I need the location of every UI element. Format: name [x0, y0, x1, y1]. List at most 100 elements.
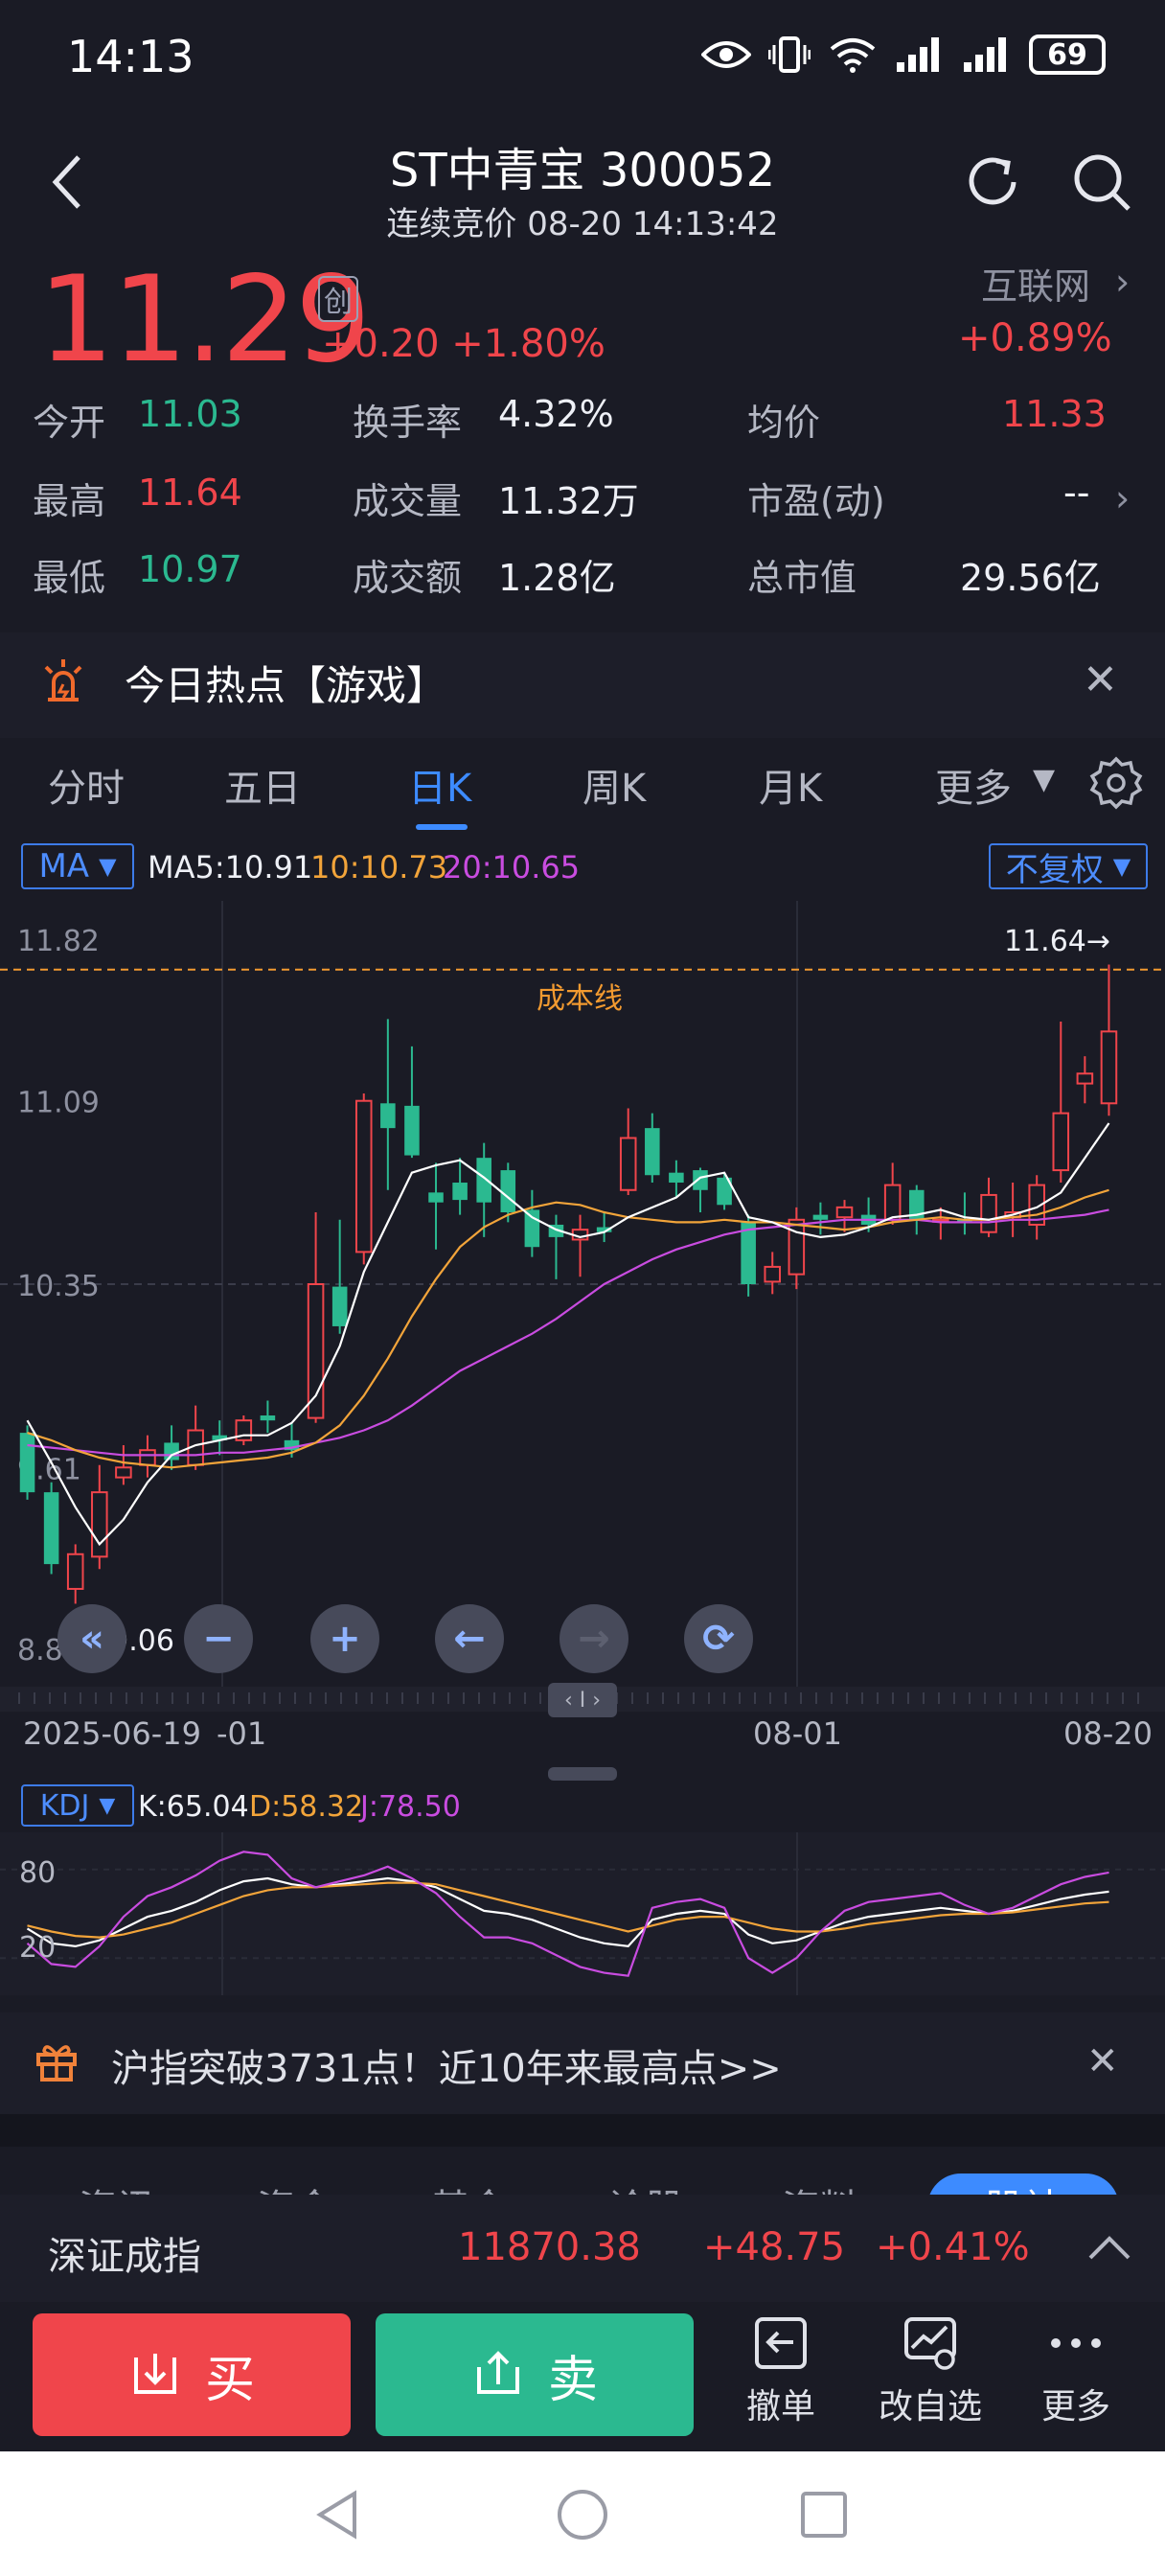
candle-down: [500, 1170, 516, 1213]
low-value: 10.97: [138, 548, 242, 590]
active-tab-indicator: [416, 824, 468, 830]
edit-watchlist-label: 改自选: [878, 2387, 982, 2426]
nav-back-icon[interactable]: [312, 2488, 366, 2542]
candle-down: [404, 1105, 420, 1156]
index-pct: +0.41%: [876, 2225, 1030, 2269]
tab-intraday[interactable]: 分时: [48, 757, 125, 813]
kdj-y-tick-20: 20: [19, 1931, 56, 1965]
kdj-selector[interactable]: KDJ ▼: [21, 1784, 134, 1827]
ma-lines: [26, 1122, 1110, 1547]
battery-icon: 69: [1029, 34, 1106, 75]
more-actions-button[interactable]: 更多: [1014, 2313, 1138, 2428]
rewind-button[interactable]: «: [57, 1604, 126, 1673]
candle-up: [307, 1283, 325, 1419]
turnover-label: 换手率: [353, 402, 463, 444]
avg-label: 均价: [747, 402, 821, 444]
ma20-legend: 20:10.65: [443, 849, 581, 886]
mktcap-value: 29.56亿: [960, 557, 1101, 599]
buy-arrow-icon: [133, 2354, 176, 2394]
ma-selector-label: MA: [38, 847, 90, 886]
pan-left-button[interactable]: ←: [435, 1604, 504, 1673]
tab-monthly-k[interactable]: 月K: [759, 757, 822, 813]
mktcap-label: 总市值: [747, 557, 857, 599]
wifi-icon: [830, 38, 876, 73]
buy-button[interactable]: 买: [33, 2313, 351, 2436]
tab-weekly-k[interactable]: 周K: [582, 757, 646, 813]
candle-up: [619, 1137, 637, 1191]
price-change: +0.20 +1.80%: [322, 322, 605, 366]
nav-recents-icon[interactable]: [799, 2490, 849, 2540]
candle-down: [669, 1172, 684, 1184]
gift-icon: [36, 2045, 77, 2082]
zoom-in-button[interactable]: +: [310, 1604, 379, 1673]
stats-expand-chevron-icon[interactable]: ›: [1115, 477, 1130, 519]
index-value: 11870.38: [458, 2225, 641, 2269]
caret-down-icon: ▼: [1112, 853, 1131, 880]
signal-icon: [897, 37, 939, 72]
kdj-selector-label: KDJ: [39, 1788, 90, 1823]
candle-up: [980, 1193, 997, 1233]
pe-label: 市盈(动): [747, 480, 885, 522]
kdj-k-legend: K:65.04: [138, 1790, 249, 1824]
volume-label: 成交量: [353, 480, 463, 522]
zoom-out-button[interactable]: −: [184, 1604, 253, 1673]
cancel-order-button[interactable]: 撤单: [719, 2313, 843, 2428]
close-icon[interactable]: ✕: [1083, 656, 1118, 704]
nav-home-icon[interactable]: [556, 2488, 609, 2542]
edit-watchlist-icon: [904, 2317, 956, 2370]
candle-up: [1052, 1112, 1070, 1172]
search-icon[interactable]: [1071, 151, 1132, 213]
status-icons: 69: [701, 34, 1106, 75]
panel-resize-handle[interactable]: [548, 1767, 617, 1781]
kdj-j-legend: J:78.50: [360, 1790, 461, 1824]
caret-down-icon: ▼: [99, 853, 117, 880]
open-value: 11.03: [138, 393, 242, 435]
alarm-icon: [44, 659, 82, 702]
high-value: 11.64: [138, 472, 242, 514]
x-tick-1: -01: [217, 1715, 267, 1752]
close-icon[interactable]: ✕: [1086, 2039, 1119, 2083]
section-tabs[interactable]: 资讯 资金 基金 诊股 资料 股社: [0, 2143, 1165, 2202]
chevron-right-icon[interactable]: ›: [1115, 261, 1130, 303]
caret-down-icon[interactable]: ▼: [1033, 763, 1055, 796]
candle-down: [476, 1158, 491, 1203]
chart-pan-handle[interactable]: ‹ I ›: [548, 1683, 617, 1717]
adjust-selector-label: 不复权: [1005, 850, 1104, 889]
refresh-icon[interactable]: [962, 151, 1023, 213]
kline-y-tick: 10.35: [17, 1270, 100, 1303]
kdj-y-tick-80: 80: [19, 1856, 56, 1890]
ma5-line: [26, 1122, 1110, 1547]
sector-link[interactable]: 互联网: [981, 257, 1090, 310]
notice-text[interactable]: 沪指突破3731点！近10年来最高点>>: [111, 2037, 782, 2093]
candle-up: [139, 1449, 156, 1466]
hot-topic-text[interactable]: 今日热点【游戏】: [125, 654, 446, 712]
cancel-order-label: 撤单: [745, 2387, 815, 2426]
chevron-up-icon[interactable]: [1086, 2233, 1132, 2262]
kline-y-tick: 11.09: [17, 1087, 100, 1120]
volume-value: 11.32万: [498, 480, 639, 522]
ma20-line: [27, 1208, 1109, 1457]
turnover-value: 4.32%: [498, 393, 614, 435]
kdj-d-legend: D:58.32: [249, 1790, 364, 1824]
sector-change: +0.89%: [958, 316, 1112, 360]
gear-icon[interactable]: [1088, 755, 1144, 811]
eye-icon: [701, 41, 751, 68]
tab-five-day[interactable]: 五日: [224, 757, 301, 813]
low-label: 最低: [33, 557, 106, 599]
candle-down: [380, 1103, 396, 1129]
candle-down: [524, 1209, 540, 1248]
rotate-screen-button[interactable]: ⟳: [684, 1604, 753, 1673]
candle-up: [91, 1491, 108, 1558]
amount-label: 成交额: [353, 557, 463, 599]
candle-up: [764, 1265, 782, 1283]
edit-watchlist-button[interactable]: 改自选: [868, 2313, 993, 2428]
tab-more[interactable]: 更多: [935, 757, 1012, 813]
adjust-selector[interactable]: 不复权 ▼: [989, 843, 1148, 889]
sell-button[interactable]: 卖: [376, 2313, 694, 2436]
tab-daily-k[interactable]: 日K: [408, 757, 471, 813]
candle-up: [115, 1466, 132, 1479]
ma-selector[interactable]: MA ▼: [21, 843, 134, 889]
open-label: 今开: [33, 402, 106, 444]
pan-right-button[interactable]: →: [560, 1604, 628, 1673]
kdj-chart[interactable]: 80 20: [0, 1832, 1165, 1995]
